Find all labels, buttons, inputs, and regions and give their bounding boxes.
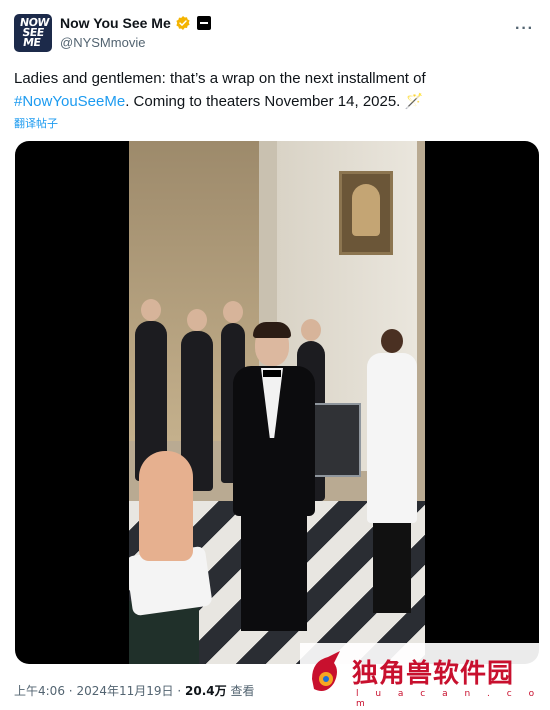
avatar[interactable]: NOW SEE ME [14, 14, 52, 52]
gold-verified-badge-icon[interactable] [175, 15, 191, 31]
waiter [367, 329, 417, 613]
views-count: 20.4万 [185, 684, 227, 698]
tweet-date[interactable]: 2024年11月19日 [76, 684, 173, 698]
tweet-video[interactable] [15, 141, 539, 664]
video-frame [129, 141, 425, 664]
meta-separator: · [68, 684, 73, 698]
watermark: 独角兽软件园 l u a c a n . c o m [300, 643, 546, 709]
tweet-meta: 上午4:06 · 2024年11月19日 · 20.4万 查看 [14, 682, 254, 699]
name-row: Now You See Me [60, 15, 211, 31]
tweet-header: NOW SEE ME Now You See Me @NYSMmovie ··· [14, 14, 534, 54]
more-options-icon[interactable]: ··· [515, 20, 534, 38]
tweet-text: Ladies and gentlemen: that’s a wrap on t… [14, 67, 534, 113]
framed-portrait [339, 171, 393, 255]
tweet-time[interactable]: 上午4:06 [14, 684, 65, 698]
watermark-text: 独角兽软件园 [352, 659, 515, 689]
views-label: 查看 [230, 684, 255, 698]
display-name[interactable]: Now You See Me [60, 15, 171, 31]
tweet-text-part1: Ladies and gentlemen: that’s a wrap on t… [14, 70, 426, 87]
hashtag-link[interactable]: #NowYouSeeMe [14, 93, 125, 110]
affiliate-square-icon[interactable] [196, 16, 211, 30]
translate-post-link[interactable]: 翻译帖子 [14, 115, 58, 131]
magic-wand-emoji: 🪄 [404, 93, 424, 110]
watermark-url: l u a c a n . c o m [356, 689, 542, 709]
man-in-tuxedo [225, 322, 323, 631]
tweet-text-part2: . Coming to theaters November 14, 2025. [125, 93, 405, 110]
raised-hand [129, 451, 213, 664]
unicorn-logo-icon [312, 651, 340, 691]
handle[interactable]: @NYSMmovie [60, 35, 145, 50]
avatar-logo-text: NOW SEE ME [18, 16, 50, 49]
meta-separator: · [177, 684, 182, 698]
